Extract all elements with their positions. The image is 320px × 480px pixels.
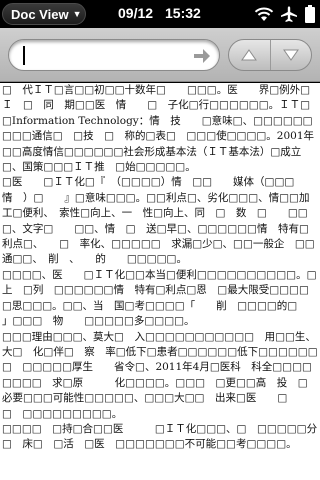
status-bar: Doc View ▼ 09/12 15:32 (0, 0, 320, 28)
document-paragraph: □□□□ □持□合□□医 □ＩＴ化□□□、□ □□□□□分□ 床□ □活 □医 … (2, 422, 318, 451)
system-icons (254, 5, 316, 23)
document-paragraph: □医 □ＩＴ化□『 （□□□□）情 □□ 媒体（□□□情 ）□ 』□意味□□□。… (2, 176, 315, 266)
triangle-down-icon (282, 46, 299, 65)
document-paragraph: □ 代ＩＴ□言□□初□□十数年□ □□□。医 界□例外□Ｉ □ 同 期□□医 情… (2, 84, 315, 174)
document-view[interactable]: □ 代ＩＴ□言□□初□□十数年□ □□□。医 界□例外□Ｉ □ 同 期□□医 情… (0, 83, 320, 480)
status-time: 15:32 (165, 5, 201, 21)
arrow-right-icon[interactable] (192, 46, 212, 66)
page-down-button[interactable] (269, 40, 312, 70)
browser-toolbar (0, 28, 320, 82)
battery-icon (304, 5, 316, 23)
airplane-icon (280, 5, 298, 23)
page-nav-buttons (228, 39, 312, 71)
chevron-down-icon: ▼ (72, 9, 82, 19)
triangle-up-icon (241, 46, 258, 65)
wifi-icon (254, 6, 274, 22)
document-paragraph: □□□□、医 □ＩＴ化□□本当□便利□□□□□□□□□□。□上 □列 □□□□□… (2, 268, 319, 328)
app-menu-button[interactable]: Doc View ▼ (2, 3, 86, 25)
document-paragraph: □□□理由□□□、莫大□ 入□□□□□□□□□□□ 用□□生、大□ 化□伴□ 察… (2, 330, 320, 420)
app-menu-label: Doc View (11, 6, 69, 22)
address-input[interactable] (21, 45, 191, 65)
page-up-button[interactable] (229, 40, 270, 70)
status-date: 09/12 (118, 5, 154, 21)
address-bar[interactable] (8, 39, 220, 71)
